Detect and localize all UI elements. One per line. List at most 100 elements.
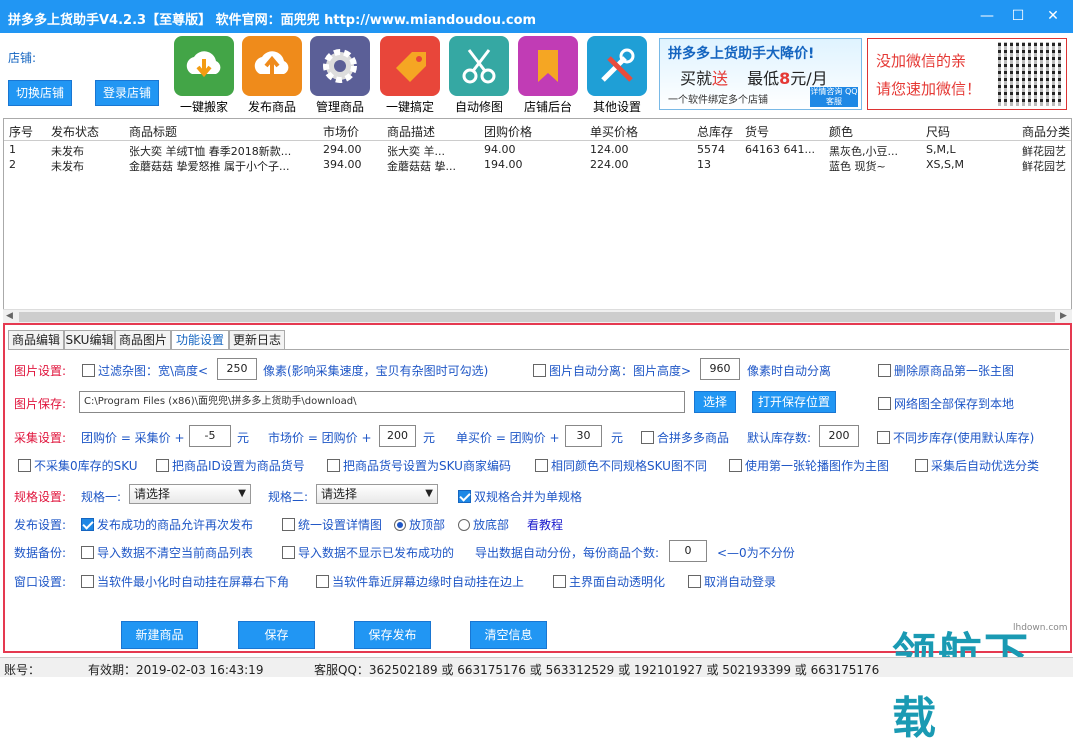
tab-update-log[interactable]: 更新日志 <box>229 330 285 350</box>
checkbox-icon <box>915 459 928 472</box>
scroll-right-icon[interactable]: ▶ <box>1060 311 1067 321</box>
place-top-radio[interactable]: 放顶部 <box>394 516 445 533</box>
save-path-input[interactable]: C:\Program Files (x86)\面兜兜\拼多多上货助手\downl… <box>79 391 685 413</box>
spec1-value: 请选择 <box>134 487 171 501</box>
filter-size-input[interactable]: 250 <box>217 358 257 380</box>
sku-code-label: 把商品货号设置为SKU商家编码 <box>343 459 511 473</box>
export-split-input[interactable]: 0 <box>669 540 707 562</box>
allow-republish-checkbox[interactable]: 发布成功的商品允许再次发布 <box>81 516 253 533</box>
group-price-offset-input[interactable]: -5 <box>189 425 231 447</box>
tool-publish[interactable]: 发布商品 <box>240 36 304 114</box>
save-button[interactable]: 保存 <box>238 621 315 649</box>
default-stock-input[interactable]: 200 <box>819 425 859 447</box>
unified-detail-checkbox[interactable]: 统一设置详情图 <box>282 516 382 533</box>
save-publish-button[interactable]: 保存发布 <box>354 621 431 649</box>
clear-info-button[interactable]: 清空信息 <box>470 621 547 649</box>
tab-sku-edit[interactable]: SKU编辑 <box>64 330 115 350</box>
no-clear-checkbox[interactable]: 导入数据不清空当前商品列表 <box>81 544 253 561</box>
id-as-sku-number-checkbox[interactable]: 把商品ID设置为商品货号 <box>156 457 305 474</box>
minimize-to-corner-checkbox[interactable]: 当软件最小化时自动挂在屏幕右下角 <box>81 573 289 590</box>
merge-spec-checkbox[interactable]: 双规格合并为单规格 <box>458 488 582 505</box>
col-header[interactable]: 商品分类 <box>1022 123 1070 140</box>
horizontal-scrollbar[interactable]: ◀ ▶ <box>3 309 1072 323</box>
switch-store-button[interactable]: 切换店铺 <box>8 80 72 106</box>
scrollbar-thumb[interactable] <box>19 312 1055 322</box>
cell: 294.00 <box>323 143 362 156</box>
product-table[interactable]: 序号 发布状态 商品标题 市场价 商品描述 团购价格 单买价格 总库存 货号 颜… <box>3 118 1072 323</box>
col-header[interactable]: 市场价 <box>323 123 359 140</box>
market-price-offset-input[interactable]: 200 <box>379 425 416 447</box>
place-bottom-radio[interactable]: 放底部 <box>458 516 509 533</box>
tool-store-backend[interactable]: 店铺后台 <box>516 36 580 114</box>
skip-zero-stock-checkbox[interactable]: 不采集0库存的SKU <box>18 457 138 474</box>
cell: 未发布 <box>51 160 84 173</box>
col-header[interactable]: 总库存 <box>697 123 733 140</box>
cell: 394.00 <box>323 158 362 171</box>
col-header[interactable]: 商品描述 <box>387 123 435 140</box>
col-header[interactable]: 单买价格 <box>590 123 638 140</box>
color-sku-image-checkbox[interactable]: 相同颜色不同规格SKU图不同 <box>535 457 707 474</box>
dock-edge-label: 当软件靠近屏幕边缘时自动挂在边上 <box>332 575 525 589</box>
pic-settings-label: 图片设置: <box>14 364 67 378</box>
split-checkbox[interactable]: 图片自动分离：图片高度> <box>533 362 691 379</box>
split-height-input[interactable]: 960 <box>700 358 740 380</box>
hide-published-checkbox[interactable]: 导入数据不显示已发布成功的 <box>282 544 454 561</box>
cell: 5574 <box>697 143 725 156</box>
col-header[interactable]: 尺码 <box>926 123 950 140</box>
tab-function-settings[interactable]: 功能设置 <box>171 330 229 350</box>
download-cloud-icon <box>174 36 234 96</box>
merge-spec-label: 双规格合并为单规格 <box>474 490 583 504</box>
promo-unit: 元/月 <box>790 69 828 88</box>
sku-code-checkbox[interactable]: 把商品货号设置为SKU商家编码 <box>327 457 511 474</box>
maximize-button[interactable]: ☐ <box>1007 6 1029 26</box>
spec1-select[interactable]: 请选择 ▼ <box>129 484 251 504</box>
spec2-label: 规格二: <box>268 490 309 504</box>
login-store-button[interactable]: 登录店铺 <box>95 80 159 106</box>
auto-transparent-checkbox[interactable]: 主界面自动透明化 <box>553 573 665 590</box>
cell: 黑灰色,小豆... <box>829 145 898 158</box>
bookmark-icon <box>518 36 578 96</box>
save-net-images-checkbox[interactable]: 网络图全部保存到本地 <box>878 395 1014 412</box>
checkbox-icon <box>282 546 295 559</box>
tool-other-settings[interactable]: 其他设置 <box>585 36 649 114</box>
tool-auto-retouch[interactable]: 自动修图 <box>447 36 511 114</box>
dock-edge-checkbox[interactable]: 当软件靠近屏幕边缘时自动挂在边上 <box>316 573 524 590</box>
close-button[interactable]: ✕ <box>1042 6 1064 26</box>
spec2-select[interactable]: 请选择 ▼ <box>316 484 438 504</box>
support-qq-text: 客服QQ：362502189 或 663175176 或 563312529 或… <box>314 663 880 677</box>
place-top-label: 放顶部 <box>409 518 446 532</box>
filter-checkbox[interactable]: 过滤杂图：宽\高度< <box>82 362 208 379</box>
col-header[interactable]: 商品标题 <box>129 123 177 140</box>
no-sync-stock-checkbox[interactable]: 不同步库存(使用默认库存) <box>877 429 1034 446</box>
col-header[interactable]: 团购价格 <box>484 123 532 140</box>
open-save-location-button[interactable]: 打开保存位置 <box>752 391 836 413</box>
auto-category-checkbox[interactable]: 采集后自动优选分类 <box>915 457 1039 474</box>
single-price-offset-input[interactable]: 30 <box>565 425 602 447</box>
col-header[interactable]: 发布状态 <box>51 123 99 140</box>
color-sku-image-label: 相同颜色不同规格SKU图不同 <box>551 459 707 473</box>
col-header[interactable]: 序号 <box>9 123 33 140</box>
tool-label: 发布商品 <box>247 100 296 114</box>
table-row[interactable]: 2 未发布 金蘑菇菇 挚爱怒推 属于小个子... 394.00 金蘑菇菇 挚..… <box>4 158 1071 173</box>
tutorial-link[interactable]: 看教程 <box>527 516 563 533</box>
new-product-button[interactable]: 新建商品 <box>121 621 198 649</box>
tab-product-images[interactable]: 商品图片 <box>115 330 171 350</box>
tool-label: 自动修图 <box>454 100 503 114</box>
col-header[interactable]: 颜色 <box>829 123 853 140</box>
col-header[interactable]: 货号 <box>745 123 769 140</box>
choose-folder-button[interactable]: 选择 <box>694 391 736 413</box>
minimize-button[interactable]: — <box>976 6 998 26</box>
tool-label: 一键搞定 <box>385 100 434 114</box>
wechat-banner[interactable]: 没加微信的亲 请您速加微信！ <box>867 38 1067 110</box>
delete-first-image-checkbox[interactable]: 删除原商品第一张主图 <box>878 362 1014 379</box>
cancel-auto-login-checkbox[interactable]: 取消自动登录 <box>688 573 776 590</box>
tool-manage[interactable]: 管理商品 <box>308 36 372 114</box>
tab-product-edit[interactable]: 商品编辑 <box>8 330 64 350</box>
merge-pdd-checkbox[interactable]: 合拼多多商品 <box>641 429 729 446</box>
table-row[interactable]: 1 未发布 张大奕 羊绒T恤 春季2018新款... 294.00 张大奕 羊.… <box>4 143 1071 158</box>
tool-one-click-move[interactable]: 一键搬家 <box>172 36 236 114</box>
tool-one-click-done[interactable]: 一键搞定 <box>378 36 442 114</box>
promo-banner[interactable]: 拼多多上货助手大降价! 买就送 最低8元/月 一个软件绑定多个店铺 详情咨询 Q… <box>659 38 862 110</box>
first-carousel-main-checkbox[interactable]: 使用第一张轮播图作为主图 <box>729 457 889 474</box>
scroll-left-icon[interactable]: ◀ <box>6 311 13 321</box>
